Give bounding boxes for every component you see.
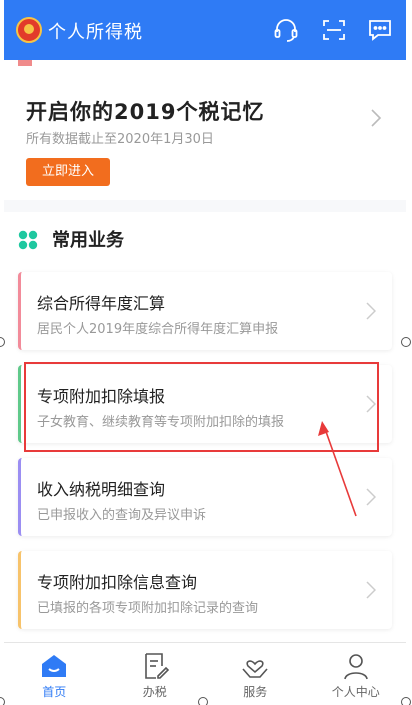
resize-handle[interactable] <box>401 697 411 705</box>
top-bar: 个人所得税 <box>4 0 406 60</box>
service-title: 收入纳税明细查询 <box>37 480 166 499</box>
document-edit-icon <box>144 653 169 679</box>
service-title: 专项附加扣除信息查询 <box>37 573 198 592</box>
service-card-annual-settlement[interactable]: 综合所得年度汇算 居民个人2019年度综合所得年度汇算申报 <box>18 272 392 350</box>
tab-label: 个人中心 <box>331 685 380 699</box>
tab-label: 服务 <box>243 685 268 699</box>
tab-tax-handling[interactable]: 办税 <box>105 643 206 705</box>
clover-icon <box>18 230 38 250</box>
bottom-tab-bar: 首页 办税 服务 个人中心 <box>4 642 406 705</box>
annotation-arrow-icon <box>318 421 357 517</box>
heart-hands-icon <box>242 660 268 678</box>
message-icon[interactable] <box>366 16 394 44</box>
banner-title: 开启你的2019个税记忆 <box>26 100 265 124</box>
scan-icon[interactable] <box>320 16 348 44</box>
chevron-right-icon <box>366 581 376 599</box>
banner-subtitle: 所有数据截止至2020年1月30日 <box>26 132 214 147</box>
tab-label: 办税 <box>142 685 167 699</box>
service-subtitle: 已填报的各项专项附加扣除记录的查询 <box>37 601 259 616</box>
tab-label: 首页 <box>42 685 67 699</box>
service-title: 综合所得年度汇算 <box>37 294 166 313</box>
resize-handle[interactable] <box>401 337 411 347</box>
chevron-right-icon <box>371 109 382 127</box>
service-subtitle: 已申报收入的查询及异议申诉 <box>37 508 207 523</box>
service-card-deduction-info-query[interactable]: 专项附加扣除信息查询 已填报的各项专项附加扣除记录的查询 <box>18 551 392 629</box>
headset-icon[interactable] <box>272 16 300 44</box>
memory-banner[interactable]: 开启你的2019个税记忆 所有数据截止至2020年1月30日 立即进入 <box>4 60 406 200</box>
tab-personal-center[interactable]: 个人中心 <box>306 643 407 705</box>
chevron-right-icon <box>366 302 376 320</box>
ribbon-icon <box>18 60 32 66</box>
section-title: 常用业务 <box>52 230 124 251</box>
tax-emblem-icon <box>16 17 42 43</box>
service-subtitle: 居民个人2019年度综合所得年度汇算申报 <box>37 322 279 337</box>
home-icon <box>42 655 67 677</box>
tab-home[interactable]: 首页 <box>4 643 105 705</box>
tab-services[interactable]: 服务 <box>205 643 306 705</box>
common-services-header: 常用业务 <box>4 212 406 262</box>
user-icon <box>343 654 368 680</box>
resize-handle[interactable] <box>198 697 208 705</box>
app-title: 个人所得税 <box>48 22 143 43</box>
app-screen: 个人所得税 开启你的2019个税记忆 所有数据截止至2020年1月30日 立即进… <box>4 0 406 705</box>
enter-now-button[interactable]: 立即进入 <box>26 158 110 186</box>
